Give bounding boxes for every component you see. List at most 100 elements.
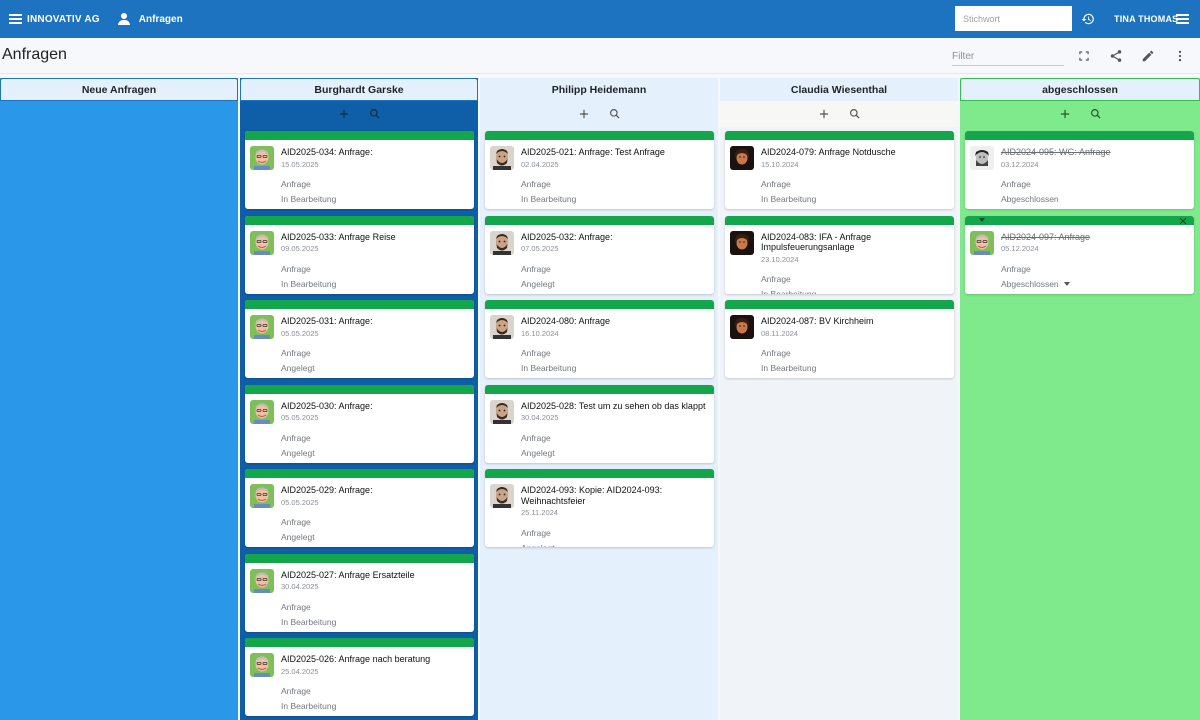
column-abgeschlossen[interactable]: abgeschlossen AID2024-095: WG: Anfrage 03… [960,78,1200,720]
card-content: AID2024-080: Anfrage 16.10.2024 Anfrage In … [521,316,706,376]
card-status-bar [965,215,1194,226]
search-icon[interactable] [608,107,622,121]
module-name[interactable]: Anfragen [139,14,183,25]
user-name[interactable]: TINA THOMAS [1114,14,1178,24]
card-content: AID2025-027: Anfrage Ersatzteile 30.04.20… [281,570,466,630]
card-content: AID2025-026: Anfrage nach beratung 25.04.… [281,654,466,714]
card-date: 05.05.2025 [281,328,319,338]
column-header: abgeschlossen [960,78,1200,101]
card-status-label: In Bearbeitung [761,363,817,373]
search-icon[interactable] [1089,107,1103,121]
add-icon[interactable] [817,107,831,121]
column-claudia-wiesenthal[interactable]: Claudia Wiesenthal AID2024-079: Anfrage … [720,78,958,720]
card-content: AID2024-083: IFA - Anfrage Impulsfeuerun… [761,232,946,294]
filter-input[interactable] [952,48,1064,66]
avatar [730,230,754,255]
request-card[interactable]: AID2025-033: Anfrage Reise 09.05.2025 Anfr… [245,215,474,294]
column-burghardt-garske[interactable]: Burghardt Garske AID2025-034: Anfrage: 15… [240,78,478,720]
company-name[interactable]: INNOVATIV AG [27,14,100,25]
card-content: AID2025-030: Anfrage: 05.05.2025 Anfrage An… [281,401,466,461]
add-icon[interactable] [1058,107,1072,121]
menu-icon[interactable] [9,14,22,24]
card-title[interactable]: AID2025-029: Anfrage: [281,485,466,496]
column-title: abgeschlossen [1042,83,1118,96]
fullscreen-icon[interactable] [1077,49,1091,63]
card-title[interactable]: AID2025-034: Anfrage: [281,147,466,158]
card-title[interactable]: AID2024-093: Kopie: AID2024-093: Weihnac… [521,485,706,506]
card-title[interactable]: AID2025-033: Anfrage Reise [281,232,466,243]
avatar [490,484,514,508]
column-toolbar [480,101,718,127]
card-date: 30.04.2025 [521,413,559,422]
close-icon[interactable] [1178,216,1188,226]
add-icon[interactable] [577,107,591,121]
card-status-bar [485,215,714,225]
share-icon[interactable] [1109,49,1123,63]
column-toolbar [240,101,478,127]
request-card[interactable]: AID2024-080: Anfrage 16.10.2024 Anfrage In … [485,300,714,378]
column-philipp-heidemann[interactable]: Philipp Heidemann AID2025-021: Anfrage: … [480,78,718,720]
card-title[interactable]: AID2025-032: Anfrage: [521,232,706,243]
card-title[interactable]: AID2025-031: Anfrage: [281,316,466,327]
add-icon[interactable] [337,107,351,121]
request-card[interactable]: AID2025-028: Test um zu sehen ob das kla… [485,384,714,463]
card-status-label: In Bearbeitung [761,289,816,294]
request-card[interactable]: AID2025-034: Anfrage: 15.05.2025 Anfrage In… [245,131,474,209]
card-title[interactable]: AID2025-027: Anfrage Ersatzteile [281,570,466,581]
card-date: 23.10.2024 [761,254,799,264]
card-type: Anfrage [521,263,551,274]
request-card[interactable]: AID2024-097: Anfrage 05.12.2024 Anfrage Abg… [965,215,1194,294]
history-icon[interactable] [1081,12,1095,26]
request-card[interactable]: AID2025-021: Anfrage: Test Anfrage 02.04.… [485,131,714,209]
card-status[interactable]: Abgeschlossen [1001,277,1186,292]
card-status-label: Angelegt [281,363,315,373]
card-title[interactable]: AID2025-030: Anfrage: [281,401,466,412]
column-neue-anfragen[interactable]: Neue Anfragen [0,78,238,720]
card-title[interactable]: AID2024-083: IFA - Anfrage Impulsfeuerun… [761,232,946,253]
app-menu-icon[interactable] [1176,14,1189,24]
card-title[interactable]: AID2024-095: WG: Anfrage [1001,147,1186,158]
card-type: Anfrage [281,432,311,443]
request-card[interactable]: AID2024-083: IFA - Anfrage Impulsfeuerun… [725,215,954,294]
card-status-bar [485,384,714,394]
card-title[interactable]: AID2024-080: Anfrage [521,316,706,327]
request-card[interactable]: AID2025-026: Anfrage nach beratung 25.04.… [245,638,474,716]
card-content: AID2024-095: WG: Anfrage 03.12.2024 Anfrag… [1001,147,1186,207]
search-input[interactable] [955,6,1072,31]
request-card[interactable]: AID2025-030: Anfrage: 05.05.2025 Anfrage An… [245,384,474,463]
card-status: In Bearbeitung [521,192,706,207]
request-card[interactable]: AID2024-095: WG: Anfrage 03.12.2024 Anfrag… [965,131,1194,209]
card-title[interactable]: AID2024-097: Anfrage [1001,232,1186,243]
card-title[interactable]: AID2024-087: BV Kirchheim [761,316,946,327]
card-type: Anfrage [761,179,791,189]
card-status: In Bearbeitung [761,287,946,294]
avatar [250,653,274,677]
card-title[interactable]: AID2025-021: Anfrage: Test Anfrage [521,147,706,158]
more-vert-icon[interactable] [1173,49,1187,63]
search-icon[interactable] [848,107,862,121]
card-status-bar [245,300,474,309]
card-status-bar [245,638,474,647]
request-card[interactable]: AID2024-079: Anfrage Notdusche 15.10.2024… [725,131,954,209]
card-content: AID2025-021: Anfrage: Test Anfrage 02.04.… [521,147,706,207]
status-dropdown-icon[interactable] [1063,282,1070,287]
request-card[interactable]: AID2025-031: Anfrage: 05.05.2025 Anfrage An… [245,300,474,378]
search-icon[interactable] [368,107,382,121]
card-status-label: In Bearbeitung [281,701,337,711]
edit-icon[interactable] [1141,49,1155,63]
card-type: Anfrage [281,263,311,274]
card-title[interactable]: AID2025-026: Anfrage nach beratung [281,654,466,665]
card-status-label: Angelegt [521,447,555,458]
card-status-bar [485,131,714,140]
request-card[interactable]: AID2025-029: Anfrage: 05.05.2025 Anfrage An… [245,469,474,547]
request-card[interactable]: AID2025-027: Anfrage Ersatzteile 30.04.20… [245,553,474,632]
collapse-caret-icon[interactable] [979,217,985,222]
card-title[interactable]: AID2024-079: Anfrage Notdusche [761,147,946,158]
column-header: Burghardt Garske [240,78,478,101]
card-title[interactable]: AID2025-028: Test um zu sehen ob das kla… [521,401,706,412]
card-date: 03.12.2024 [1001,159,1039,169]
request-card[interactable]: AID2025-032: Anfrage: 07.05.2025 Anfrage An… [485,215,714,294]
request-card[interactable]: AID2024-093: Kopie: AID2024-093: Weihnac… [485,469,714,547]
request-card[interactable]: AID2024-087: BV Kirchheim 08.11.2024 Anfra… [725,300,954,378]
card-status-label: Angelegt [281,532,315,542]
